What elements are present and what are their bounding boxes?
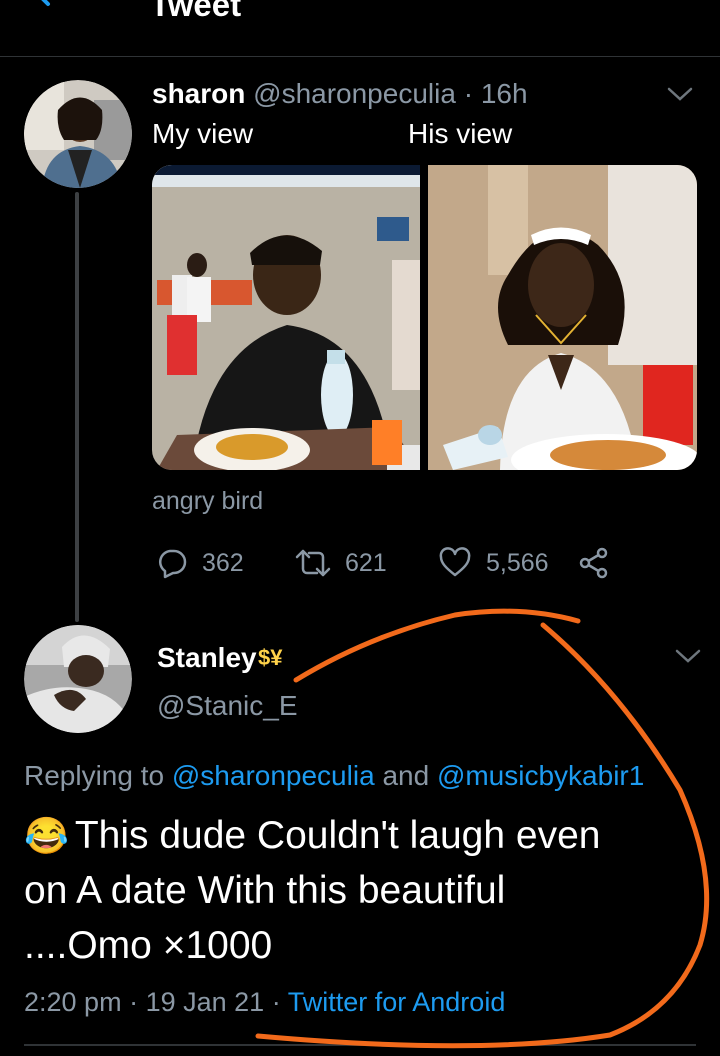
action-bar: 362 621 5,566 xyxy=(152,540,632,586)
like-action[interactable]: 5,566 xyxy=(438,540,549,586)
reply-count: 362 xyxy=(202,548,244,577)
like-count: 5,566 xyxy=(486,548,549,577)
reply-icon[interactable] xyxy=(156,547,188,579)
laughing-emoji: 😂 xyxy=(24,815,69,856)
author-handle[interactable]: @sharonpeculia xyxy=(253,78,456,109)
separator-dot: · xyxy=(271,987,281,1017)
photo-his-view[interactable] xyxy=(428,165,697,470)
timestamp-line: 2:20 pm · 19 Jan 21 · Twitter for Androi… xyxy=(24,985,505,1019)
tweet-time: 16h xyxy=(480,78,528,109)
reply-date: 19 Jan 21 xyxy=(145,987,265,1017)
reply-author-handle[interactable]: @Stanic_E xyxy=(157,688,298,724)
share-icon[interactable] xyxy=(578,547,610,579)
back-arrow-icon[interactable] xyxy=(30,0,74,16)
mention-link[interactable]: @musicbykabir1 xyxy=(437,760,644,791)
avatar[interactable] xyxy=(24,80,132,188)
separator-dot: · xyxy=(463,78,474,109)
tweet-text-left: My view xyxy=(152,118,254,149)
reply-time: 2:20 pm xyxy=(24,987,122,1017)
replying-to-line: Replying to @sharonpeculia and @musicbyk… xyxy=(24,757,644,795)
client-link[interactable]: Twitter for Android xyxy=(288,987,506,1017)
tweet-text-right: His view xyxy=(408,118,513,149)
reply-body: This dude Couldn't laugh even on A date … xyxy=(24,814,601,967)
retweet-count: 621 xyxy=(345,548,387,577)
divider xyxy=(24,1044,696,1046)
reply-author-name[interactable]: Stanley xyxy=(157,640,257,676)
author-name[interactable]: sharon xyxy=(152,78,245,109)
thread-line xyxy=(75,192,79,622)
retweet-icon[interactable] xyxy=(295,547,331,579)
separator-dot: · xyxy=(129,987,139,1017)
replying-prefix: Replying to xyxy=(24,760,165,791)
tweet-author-line: sharon @sharonpeculia · 16h xyxy=(152,76,528,112)
top-bar xyxy=(0,0,720,57)
tweet-media[interactable] xyxy=(152,165,697,470)
replying-and: and xyxy=(382,760,430,791)
reply-text: 😂 This dude Couldn't laugh even on A date… xyxy=(24,808,624,973)
heart-icon[interactable] xyxy=(438,547,472,579)
avatar[interactable] xyxy=(24,625,132,733)
author-badge: $¥ xyxy=(258,645,283,670)
media-caption: angry bird xyxy=(152,487,264,515)
chevron-down-icon[interactable] xyxy=(674,646,702,666)
photo-my-view[interactable] xyxy=(152,165,420,470)
reply-action[interactable]: 362 xyxy=(156,540,244,586)
retweet-action[interactable]: 621 xyxy=(295,540,387,586)
page-title: Tweet xyxy=(150,0,242,23)
chevron-down-icon[interactable] xyxy=(666,84,694,104)
mention-link[interactable]: @sharonpeculia xyxy=(172,760,375,791)
